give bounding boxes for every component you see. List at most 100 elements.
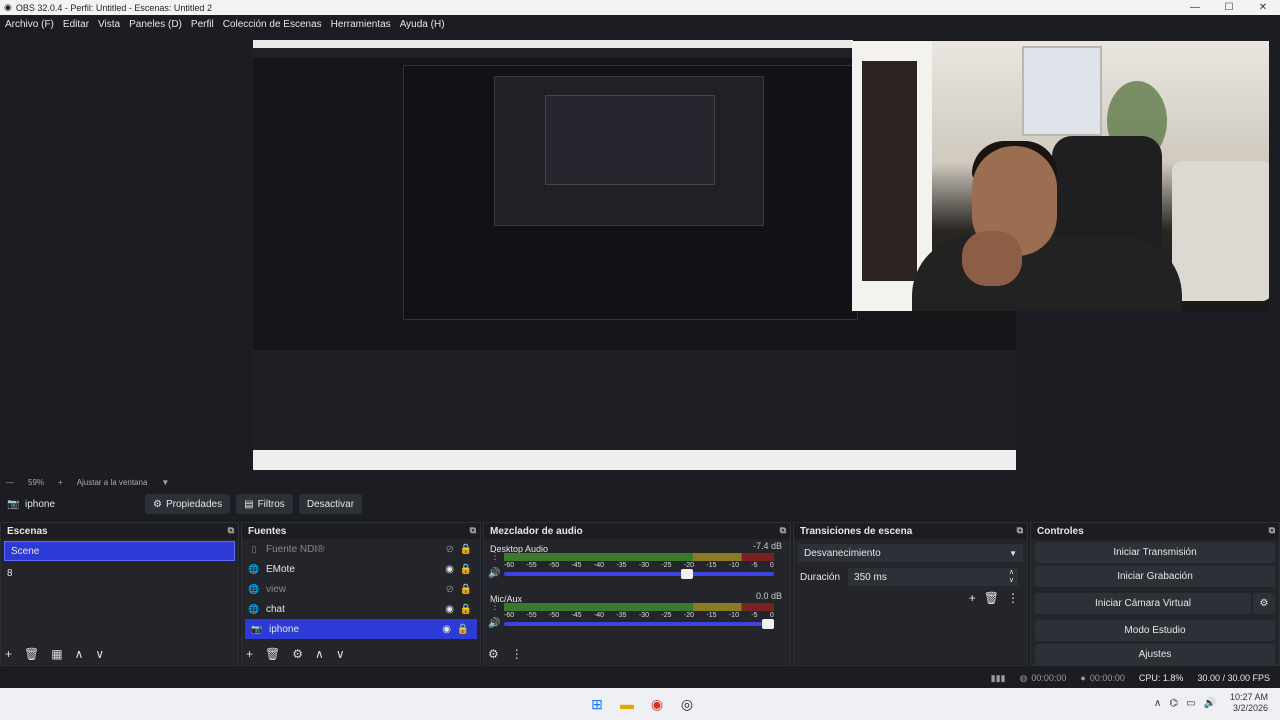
transition-select[interactable]: Desvanecimiento ▼ (798, 544, 1023, 562)
scene-item-8[interactable]: 8 (1, 563, 238, 583)
source-item-ndi[interactable]: ▯ Fuente NDI® ⊘ 🔒 (242, 539, 480, 559)
menu-profile[interactable]: Perfil (191, 19, 214, 30)
add-icon[interactable]: + (969, 591, 976, 605)
chevron-down-icon: ▼ (1009, 548, 1017, 558)
maximize-button[interactable]: ☐ (1212, 0, 1246, 15)
display-icon[interactable]: ▭ (1186, 698, 1195, 709)
clock[interactable]: 10:27 AM 3/2/2026 (1230, 692, 1268, 714)
obs-icon[interactable]: ◎ (677, 694, 697, 714)
mixer-channel-mic: Mic/Aux 0.0 dB ⋮ -60 -55 -50 -45 -40 -35 -30 -2… (484, 589, 790, 639)
trash-icon[interactable]: 🗑 (984, 591, 999, 605)
lock-icon[interactable]: 🔒 (460, 584, 472, 595)
settings-button[interactable]: Ajustes (1035, 644, 1275, 665)
trash-icon[interactable]: 🗑 (265, 647, 280, 661)
dock-undock-icon[interactable]: ⧉ (1017, 525, 1023, 536)
dock-undock-icon[interactable]: ⧉ (1269, 525, 1275, 536)
window-titlebar: ◉ OBS 32.0.4 - Perfil: Untitled - Escena… (0, 0, 1280, 15)
eye-icon[interactable]: ◉ (445, 604, 454, 615)
source-item-view[interactable]: 🌐 view ⊘ 🔒 (242, 579, 480, 599)
menu-file[interactable]: Archivo (F) (5, 19, 54, 30)
menu-docks[interactable]: Paneles (D) (129, 19, 182, 30)
nested-capture (403, 65, 858, 320)
channel-db: -7.4 dB (752, 541, 782, 551)
more-options-icon[interactable]: ⋮ (1007, 591, 1019, 605)
speaker-icon[interactable]: 🔊 (488, 618, 500, 629)
menu-tools[interactable]: Herramientas (331, 19, 391, 30)
gear-icon[interactable]: ⚙ (292, 647, 303, 661)
speaker-icon[interactable]: 🔊 (488, 568, 500, 579)
menu-view[interactable]: Vista (98, 19, 120, 30)
source-item-chat[interactable]: 🌐 chat ◉ 🔒 (242, 599, 480, 619)
eye-hidden-icon[interactable]: ⊘ (446, 544, 454, 555)
more-options-icon[interactable]: ⋮ (490, 601, 500, 612)
start-streaming-button[interactable]: Iniciar Transmisión (1035, 542, 1275, 563)
start-recording-button[interactable]: Iniciar Grabación (1035, 566, 1275, 587)
move-down-icon[interactable]: ∨ (336, 647, 345, 661)
source-toolbar: 📷 iphone ⚙ Propiedades ▤ Filtros Desactiva… (0, 492, 1280, 516)
filter-icon[interactable]: ▦ (51, 647, 62, 661)
start-virtual-camera-button[interactable]: Iniciar Cámara Virtual (1035, 593, 1251, 614)
link-gear-icon[interactable]: ⚙ (488, 647, 499, 661)
system-tray: ∧ ⌬ ▭ 🔊 10:27 AM 3/2/2026 (1146, 692, 1268, 714)
minimize-button[interactable]: — (1178, 0, 1212, 15)
slider-knob[interactable] (681, 569, 693, 579)
captured-screen-titlebar (253, 40, 853, 48)
captured-screen-menubar (253, 48, 853, 58)
virtual-camera-settings-button[interactable]: ⚙ (1253, 593, 1275, 614)
menu-scene-collection[interactable]: Colección de Escenas (223, 19, 322, 30)
zoom-in-icon[interactable]: + (58, 478, 63, 487)
menu-edit[interactable]: Editar (63, 19, 89, 30)
lock-icon[interactable]: 🔒 (460, 564, 472, 575)
chrome-icon[interactable]: ◉ (647, 694, 667, 714)
transitions-dock: Transiciones de escena ⧉ Desvanecimiento ▼… (793, 522, 1028, 666)
volume-slider[interactable] (504, 569, 774, 579)
volume-icon[interactable]: 🔊 (1204, 698, 1216, 709)
meter-ticks: -60 -55 -50 -45 -40 -35 -30 -25 -20 -15 -10 -5 0 (504, 612, 774, 619)
trash-icon[interactable]: 🗑 (24, 647, 39, 661)
filters-button[interactable]: ▤ Filtros (236, 494, 293, 514)
source-item-iphone[interactable]: 📷 iphone ◉ 🔒 (245, 619, 477, 639)
zoom-out-icon[interactable]: — (6, 478, 14, 487)
lock-icon[interactable]: 🔒 (460, 544, 472, 555)
volume-slider[interactable] (504, 619, 774, 629)
eye-icon[interactable]: ◉ (445, 564, 454, 575)
spin-arrows-icon[interactable]: ∧ ∨ (1009, 569, 1014, 585)
add-icon[interactable]: + (5, 647, 12, 661)
network-icon[interactable]: ⌬ (1169, 698, 1178, 709)
controls-header: Controles ⧉ (1031, 523, 1279, 539)
eye-icon[interactable]: ◉ (442, 624, 451, 635)
scene-item-scene[interactable]: Scene (4, 541, 235, 561)
more-options-icon[interactable]: ⋮ (511, 647, 523, 661)
lock-icon[interactable]: 🔒 (457, 624, 469, 635)
add-icon[interactable]: + (246, 647, 253, 661)
windows-start-icon[interactable]: ⊞ (587, 694, 607, 714)
more-options-icon[interactable]: ⋮ (490, 551, 500, 562)
source-item-emote[interactable]: 🌐 EMote ◉ 🔒 (242, 559, 480, 579)
close-button[interactable]: ✕ (1246, 0, 1280, 15)
file-explorer-icon[interactable]: ▬ (617, 694, 637, 714)
move-up-icon[interactable]: ∧ (75, 647, 84, 661)
deactivate-button[interactable]: Desactivar (298, 494, 363, 514)
properties-button[interactable]: ⚙ Propiedades (145, 494, 231, 514)
lock-icon[interactable]: 🔒 (460, 604, 472, 615)
dock-undock-icon[interactable]: ⧉ (780, 525, 786, 536)
record-icon: ● (1080, 673, 1086, 683)
eye-hidden-icon[interactable]: ⊘ (446, 584, 454, 595)
chevron-down-icon[interactable]: ▼ (161, 478, 169, 487)
studio-mode-button[interactable]: Modo Estudio (1035, 620, 1275, 641)
window-controls: — ☐ ✕ (1178, 0, 1280, 15)
record-time: 00:00:00 (1089, 673, 1125, 683)
dock-undock-icon[interactable]: ⧉ (228, 525, 234, 536)
volume-meter (504, 553, 774, 561)
stream-time: 00:00:00 (1031, 673, 1067, 683)
chevron-up-icon[interactable]: ∧ (1154, 698, 1161, 709)
duration-input[interactable]: 350 ms ∧ ∨ (848, 568, 1019, 586)
zoom-fit-select[interactable]: Ajustar a la ventana (77, 478, 148, 487)
slider-knob[interactable] (762, 619, 774, 629)
dock-undock-icon[interactable]: ⧉ (470, 525, 476, 536)
sources-dock: Fuentes ⧉ ▯ Fuente NDI® ⊘ 🔒 🌐 EMote ◉ 🔒 🌐… (241, 522, 481, 666)
captured-docks (253, 350, 1016, 450)
move-down-icon[interactable]: ∨ (95, 647, 104, 661)
move-up-icon[interactable]: ∧ (315, 647, 324, 661)
menu-help[interactable]: Ayuda (H) (400, 19, 445, 30)
